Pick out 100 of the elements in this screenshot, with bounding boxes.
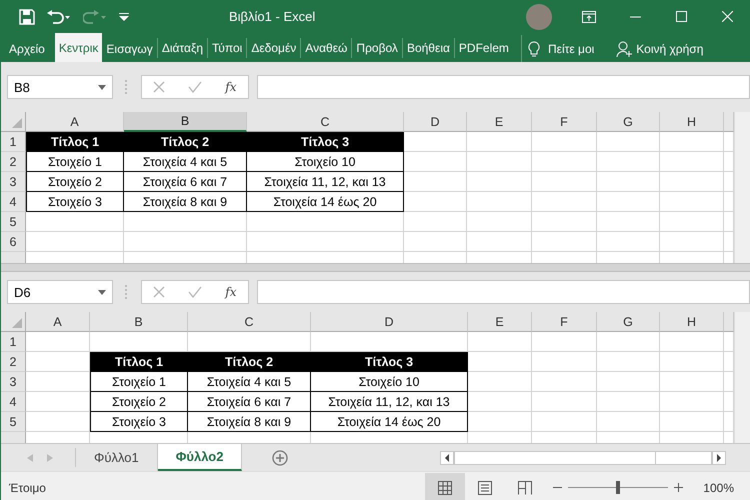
column-header[interactable]: B — [90, 312, 188, 332]
row-header[interactable]: 1 — [1, 332, 26, 352]
empty-cell[interactable] — [247, 212, 404, 232]
ribbon-tab[interactable]: Εισαγωγ — [102, 35, 157, 62]
empty-cell[interactable] — [468, 412, 532, 432]
vertical-scrollbar[interactable] — [734, 112, 750, 263]
empty-cell[interactable] — [532, 212, 597, 232]
empty-cell[interactable] — [468, 372, 532, 392]
scroll-right-button[interactable] — [712, 450, 726, 464]
empty-cell[interactable] — [597, 192, 660, 212]
column-header[interactable]: F — [532, 112, 597, 132]
empty-cell[interactable] — [532, 392, 597, 412]
empty-cell[interactable] — [597, 412, 660, 432]
empty-cell[interactable] — [532, 152, 597, 172]
empty-cell[interactable] — [532, 412, 597, 432]
empty-cell[interactable] — [660, 212, 724, 232]
row-header[interactable]: 4 — [1, 392, 26, 412]
sheet-tab[interactable]: Φύλλο2 — [158, 444, 242, 471]
empty-cell[interactable] — [404, 152, 467, 172]
empty-cell[interactable] — [660, 372, 724, 392]
empty-cell[interactable] — [660, 232, 724, 252]
empty-cell[interactable] — [124, 232, 247, 252]
empty-cell[interactable] — [660, 392, 724, 412]
empty-cell[interactable] — [404, 232, 467, 252]
ribbon-tab[interactable]: Δεδομέν — [246, 38, 300, 58]
ribbon-tab[interactable]: PDFelem — [454, 38, 513, 58]
pane-splitter[interactable] — [1, 263, 750, 272]
empty-cell[interactable] — [597, 392, 660, 412]
empty-cell[interactable] — [532, 332, 597, 352]
empty-cell[interactable] — [467, 152, 532, 172]
row-header[interactable]: 1 — [1, 132, 26, 152]
row-header[interactable]: 3 — [1, 172, 26, 192]
empty-cell[interactable] — [532, 132, 597, 152]
horizontal-scrollbar[interactable] — [454, 450, 712, 464]
empty-cell[interactable] — [597, 212, 660, 232]
select-all-button[interactable] — [1, 112, 26, 132]
empty-cell[interactable] — [660, 132, 724, 152]
column-header[interactable]: D — [311, 312, 468, 332]
empty-cell[interactable] — [467, 212, 532, 232]
empty-cell[interactable] — [404, 192, 467, 212]
empty-cell[interactable] — [532, 352, 597, 372]
column-header[interactable]: B — [124, 112, 247, 132]
view-mode-button[interactable] — [425, 472, 466, 500]
row-header[interactable]: 5 — [1, 412, 26, 432]
empty-cell[interactable] — [467, 132, 532, 152]
share-button[interactable]: Κοινή χρήση — [610, 35, 710, 62]
empty-cell[interactable] — [404, 172, 467, 192]
empty-cell[interactable] — [597, 132, 660, 152]
empty-cell[interactable] — [467, 232, 532, 252]
ribbon-tab[interactable]: Προβολ — [351, 38, 402, 58]
insert-function-button[interactable]: fx — [225, 285, 237, 299]
scroll-left-button[interactable] — [440, 450, 454, 464]
zoom-level[interactable]: 100% — [689, 480, 750, 494]
empty-cell[interactable] — [532, 172, 597, 192]
column-header[interactable]: E — [468, 312, 532, 332]
empty-cell[interactable] — [660, 412, 724, 432]
ribbon-tab[interactable]: Αρχείο — [1, 35, 49, 62]
formula-bar[interactable] — [257, 280, 750, 304]
column-header[interactable]: D — [404, 112, 467, 132]
ribbon-tab[interactable]: Κεντρικ — [54, 33, 102, 62]
column-header[interactable]: E — [467, 112, 532, 132]
row-header[interactable]: 3 — [1, 372, 26, 392]
empty-cell[interactable] — [468, 332, 532, 352]
column-header[interactable]: C — [188, 312, 311, 332]
vertical-scrollbar[interactable] — [734, 312, 750, 443]
empty-cell[interactable] — [660, 172, 724, 192]
column-header[interactable] — [724, 312, 734, 332]
column-header[interactable]: F — [532, 312, 597, 332]
ribbon-tab[interactable]: Αναθεώ — [300, 38, 352, 58]
row-header[interactable]: 2 — [1, 352, 26, 372]
empty-cell[interactable] — [467, 172, 532, 192]
row-header[interactable]: 2 — [1, 152, 26, 172]
column-header[interactable]: H — [660, 312, 724, 332]
column-header[interactable]: H — [660, 112, 724, 132]
column-header[interactable]: G — [597, 112, 660, 132]
insert-function-button[interactable]: fx — [225, 80, 237, 94]
column-header[interactable]: A — [26, 112, 124, 132]
column-header[interactable]: A — [26, 312, 90, 332]
empty-cell[interactable] — [532, 232, 597, 252]
empty-cell[interactable] — [597, 232, 660, 252]
empty-cell[interactable] — [660, 332, 724, 352]
empty-cell[interactable] — [660, 152, 724, 172]
ribbon-tab[interactable]: Βοήθεια — [402, 38, 454, 58]
name-box[interactable]: D6 — [7, 280, 113, 304]
row-header[interactable]: 4 — [1, 192, 26, 212]
empty-cell[interactable] — [468, 392, 532, 412]
empty-cell[interactable] — [597, 372, 660, 392]
column-header[interactable]: C — [247, 112, 404, 132]
empty-cell[interactable] — [597, 172, 660, 192]
row-header[interactable]: 5 — [1, 212, 26, 232]
empty-cell[interactable] — [660, 352, 724, 372]
empty-cell[interactable] — [467, 192, 532, 212]
row-header[interactable]: 6 — [1, 232, 26, 252]
user-avatar[interactable] — [526, 4, 552, 30]
empty-cell[interactable] — [597, 152, 660, 172]
ribbon-tab[interactable]: Τύποι — [207, 38, 246, 58]
empty-cell[interactable] — [532, 192, 597, 212]
ribbon-tab[interactable]: Διάταξη — [156, 38, 207, 58]
empty-cell[interactable] — [404, 212, 467, 232]
empty-cell[interactable] — [124, 212, 247, 232]
